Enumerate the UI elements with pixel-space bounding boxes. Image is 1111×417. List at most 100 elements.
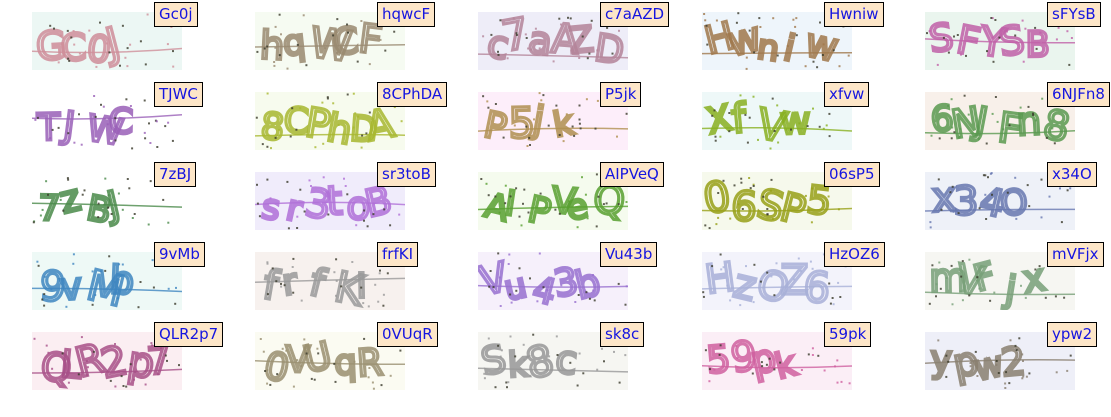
- captcha-noise-dot: [1002, 128, 1005, 131]
- captcha-noise-dot: [585, 98, 588, 101]
- captcha-noise-dot: [811, 347, 814, 350]
- captcha-noise-dot: [504, 184, 507, 187]
- captcha-noise-dot: [43, 293, 46, 296]
- captcha-noise-dot: [522, 343, 525, 346]
- captcha-noise-dot: [704, 224, 707, 227]
- captcha-label: frfKI: [377, 242, 418, 267]
- captcha-noise-dot: [144, 383, 147, 386]
- captcha-noise-dot: [793, 278, 796, 281]
- captcha-noise-dot: [107, 194, 110, 197]
- captcha-noise-dot: [974, 350, 977, 353]
- captcha-noise-dot: [527, 47, 530, 50]
- captcha-noise-dot: [538, 92, 541, 95]
- captcha-cell: Q L R 2 p 7 QLR2p7: [32, 322, 224, 390]
- captcha-noise-dot: [322, 142, 325, 145]
- captcha-noise-dot: [67, 57, 70, 60]
- captcha-noise-dot: [287, 227, 290, 230]
- captcha-noise-dot: [321, 101, 324, 104]
- captcha-noise-dot: [509, 293, 512, 296]
- captcha-noise-dot: [769, 189, 772, 192]
- captcha-noise-dot: [494, 103, 497, 105]
- captcha-label: hqwcF: [377, 2, 436, 27]
- captcha-noise-dot: [172, 50, 174, 53]
- captcha-noise-dot: [929, 221, 932, 224]
- captcha-noise-dot: [119, 64, 121, 67]
- captcha-noise-dot: [1025, 375, 1028, 378]
- captcha-noise-dot: [959, 290, 962, 293]
- captcha-noise-dot: [984, 193, 987, 196]
- captcha-noise-dot: [353, 360, 356, 363]
- captcha-noise-dot: [554, 208, 557, 211]
- captcha-noise-dot: [129, 43, 132, 46]
- captcha-noise-dot: [152, 286, 155, 289]
- captcha-noise-dot: [285, 349, 288, 352]
- captcha-noise-dot: [969, 365, 972, 368]
- captcha-label: 59pk: [824, 322, 872, 347]
- captcha-noise-dot: [579, 127, 582, 130]
- captcha-cell: 5 9 p k 59pk: [702, 322, 872, 390]
- captcha-noise-dot: [776, 54, 779, 57]
- captcha-noise-dot: [957, 136, 960, 139]
- captcha-noise-dot: [61, 352, 64, 355]
- captcha-noise-dot: [523, 188, 526, 191]
- captcha-noise-dot: [542, 286, 545, 289]
- captcha-noise-dot: [269, 383, 272, 386]
- captcha-noise-dot: [129, 105, 132, 107]
- captcha-noise-dot: [847, 54, 850, 57]
- captcha-noise-dot: [490, 33, 493, 36]
- captcha-label: x34O: [1047, 162, 1097, 187]
- captcha-noise-dot: [59, 198, 62, 201]
- captcha-noise-dot: [576, 226, 579, 229]
- captcha-noise-dot: [1015, 349, 1018, 351]
- captcha-cell: 0 6 S P 5 06sP5: [702, 162, 880, 230]
- captcha-noise-dot: [95, 65, 98, 68]
- captcha-noise-dot: [343, 177, 345, 180]
- captcha-label: 06sP5: [824, 162, 880, 187]
- captcha-noise-dot: [751, 372, 754, 375]
- captcha-noise-dot: [529, 374, 532, 377]
- captcha-noise-dot: [929, 226, 932, 229]
- captcha-noise-dot: [555, 104, 558, 107]
- captcha-noise-dot: [809, 260, 812, 263]
- captcha-noise-dot: [256, 50, 259, 53]
- captcha-noise-dot: [49, 24, 52, 27]
- captcha-noise-dot: [506, 57, 509, 60]
- captcha-noise-dot: [303, 210, 306, 213]
- captcha-noise-dot: [286, 67, 289, 70]
- captcha-noise-dot: [753, 263, 756, 266]
- captcha-noise-dot: [935, 295, 937, 298]
- captcha-noise-dot: [945, 277, 948, 279]
- captcha-noise-dot: [148, 122, 150, 125]
- captcha-noise-dot: [310, 377, 313, 380]
- captcha-noise-dot: [578, 104, 581, 107]
- captcha-noise-dot: [266, 369, 269, 372]
- captcha-noise-dot: [332, 102, 335, 105]
- captcha-noise-dot: [317, 352, 320, 355]
- captcha-noise-dot: [761, 365, 764, 368]
- captcha-cell: 6 N J Fn 8 6NJFn8: [925, 82, 1110, 150]
- captcha-glyph: D: [592, 25, 627, 70]
- captcha-noise-dot: [991, 193, 993, 196]
- captcha-glyph: B: [1025, 24, 1050, 65]
- captcha-noise-dot: [280, 282, 282, 285]
- captcha-noise-dot: [335, 294, 337, 297]
- captcha-noise-dot: [283, 284, 286, 287]
- captcha-label: TJWC: [154, 82, 203, 107]
- captcha-noise-dot: [62, 209, 65, 212]
- captcha-noise-dot: [748, 29, 751, 32]
- captcha-noise-dot: [378, 272, 381, 275]
- captcha-noise-dot: [713, 109, 716, 112]
- captcha-noise-dot: [266, 262, 269, 265]
- captcha-noise-dot: [777, 141, 780, 144]
- captcha-noise-dot: [515, 34, 518, 36]
- captcha-noise-dot: [834, 365, 836, 368]
- captcha-noise-dot: [997, 372, 1000, 374]
- captcha-noise-dot: [596, 368, 599, 371]
- captcha-noise-dot: [362, 51, 365, 53]
- captcha-noise-dot: [382, 304, 385, 307]
- captcha-noise-dot: [552, 60, 555, 63]
- captcha-noise-dot: [510, 301, 513, 304]
- captcha-noise-dot: [271, 267, 274, 270]
- captcha-noise-dot: [840, 380, 843, 383]
- captcha-noise-dot: [1040, 216, 1043, 219]
